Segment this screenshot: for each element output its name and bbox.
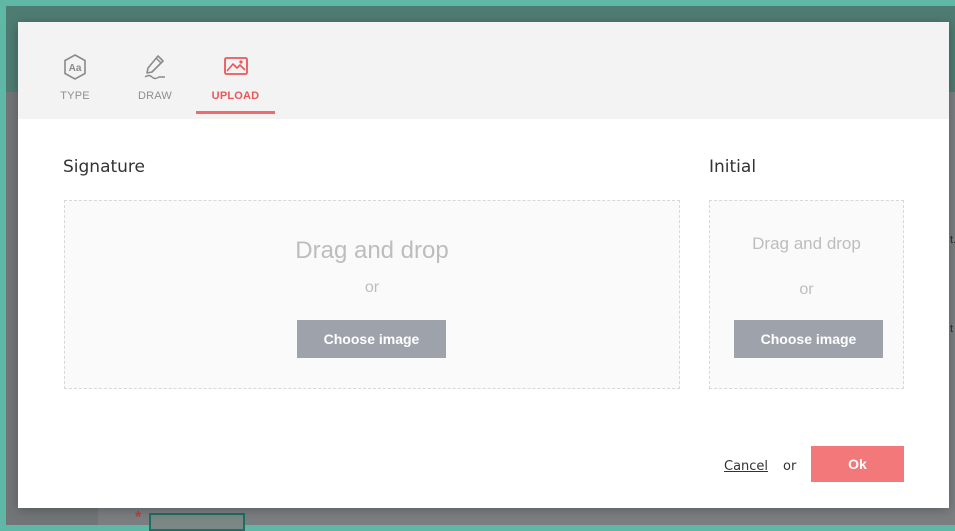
tab-type-label: TYPE bbox=[60, 90, 90, 102]
tab-draw[interactable]: DRAW bbox=[132, 52, 178, 114]
signature-dropzone[interactable]: Drag and drop or Choose image bbox=[64, 200, 680, 389]
svg-text:Aa: Aa bbox=[69, 63, 82, 74]
background-edge-text: t bbox=[950, 323, 954, 335]
signature-or-text: or bbox=[364, 279, 380, 296]
initial-drag-text: Drag and drop bbox=[752, 234, 861, 253]
initial-heading: Initial bbox=[709, 157, 757, 177]
cancel-link[interactable]: Cancel bbox=[724, 459, 768, 474]
signature-choose-image-button[interactable]: Choose image bbox=[297, 320, 446, 358]
required-marker: * bbox=[135, 509, 142, 526]
footer-or-text: or bbox=[783, 459, 797, 474]
signature-dialog: Aa TYPE DRAW UPLOAD Signature Drag and d… bbox=[18, 22, 949, 508]
initial-dropzone[interactable]: Drag and drop or Choose image bbox=[709, 200, 904, 389]
pen-icon bbox=[142, 54, 168, 85]
initial-or-text: or bbox=[799, 281, 814, 298]
image-upload-icon bbox=[223, 54, 249, 83]
background-edge-text: t. bbox=[950, 234, 955, 246]
active-tab-indicator bbox=[196, 111, 275, 114]
tab-upload[interactable]: UPLOAD bbox=[196, 52, 275, 114]
signature-heading: Signature bbox=[63, 157, 146, 177]
tab-upload-label: UPLOAD bbox=[211, 90, 260, 102]
signature-drag-text: Drag and drop bbox=[295, 237, 449, 264]
type-icon: Aa bbox=[63, 54, 87, 85]
tab-draw-label: DRAW bbox=[138, 90, 172, 102]
tab-type[interactable]: Aa TYPE bbox=[56, 52, 94, 114]
ok-button[interactable]: Ok bbox=[811, 446, 904, 482]
signature-mode-tabs: Aa TYPE DRAW UPLOAD bbox=[18, 22, 949, 119]
initial-choose-image-button[interactable]: Choose image bbox=[734, 320, 883, 358]
background-input-field bbox=[149, 513, 245, 531]
